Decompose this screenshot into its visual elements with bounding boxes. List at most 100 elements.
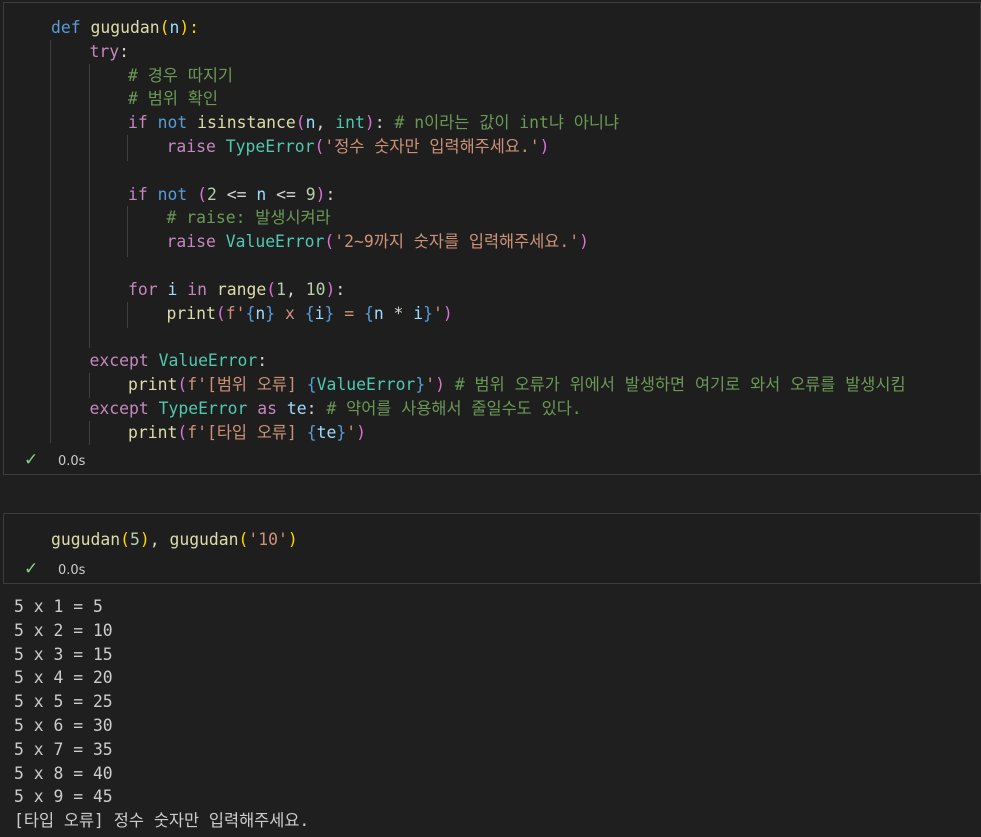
code-token: except — [89, 351, 149, 371]
code-token: def — [51, 18, 81, 37]
code-token: gugudan — [90, 18, 160, 37]
code-line: if not (2 <= n <= 9): — [128, 183, 335, 207]
code-token: f'[타입 오류] — [187, 422, 307, 442]
code-token: gugudan — [51, 530, 121, 549]
code-cell-gugudan-call[interactable]: gugudan(5), gugudan('10') ✓ 0.0s — [3, 513, 981, 584]
code-line: print(f'{n} x {i} = {n * i}') — [167, 302, 453, 326]
code-token: TypeError — [158, 398, 248, 418]
code-token: ): — [179, 18, 200, 37]
code-token: ValueError — [225, 232, 325, 252]
code-token: ( — [215, 303, 226, 323]
code-token: ) — [325, 279, 336, 299]
code-token: ' — [346, 422, 357, 442]
code-line: # 범위 확인 — [128, 87, 218, 111]
code-token: { — [306, 375, 317, 394]
check-icon: ✓ — [24, 450, 39, 470]
code-line: try: — [90, 40, 129, 64]
code-token: ( — [238, 530, 249, 549]
indent-guide — [127, 135, 128, 161]
code-token: , — [315, 113, 336, 133]
code-token: : — [306, 398, 327, 418]
code-cell-gugudan-definition[interactable]: def gugudan(n): try: # 경우 따지기 # 범위 확인 if not… — [3, 2, 981, 475]
code-token: try — [89, 41, 120, 61]
code-token: ) — [442, 303, 453, 323]
execution-time: 0.0s — [58, 454, 86, 469]
code-token: i — [314, 303, 325, 323]
code-token: ValueError — [316, 375, 416, 394]
output-line: 5 x 4 = 20 — [14, 668, 113, 688]
code-line: def gugudan(n): — [51, 16, 199, 40]
output-line: 5 x 3 = 15 — [14, 644, 113, 664]
code-token: '2~9까지 숫자를 입력해주세요.' — [334, 232, 580, 252]
output-line: 5 x 6 = 30 — [14, 716, 113, 735]
code-token: : — [325, 184, 336, 204]
code-line: print(f'[타입 오류] {te}') — [128, 421, 366, 445]
check-icon: ✓ — [24, 559, 39, 579]
execution-time: 0.0s — [58, 563, 86, 578]
code-token: ) — [364, 113, 375, 133]
code-token: , — [285, 279, 306, 299]
code-token: , — [149, 530, 170, 549]
code-token: # n이라는 값이 int냐 아니냐 — [394, 113, 620, 133]
code-line: except ValueError: — [90, 349, 268, 373]
indent-guide — [88, 64, 90, 348]
code-token: gugudan — [169, 530, 239, 549]
code-token: ( — [295, 113, 306, 133]
code-token: if — [128, 184, 148, 204]
code-token: 9 — [305, 184, 316, 204]
code-token: ( — [120, 530, 130, 549]
code-line: gugudan(5), gugudan('10') — [51, 528, 298, 552]
output-line: 5 x 2 = 10 — [14, 620, 113, 640]
indent-guide — [88, 421, 90, 445]
code-token: '10' — [248, 530, 288, 549]
code-token: { — [245, 303, 256, 323]
output-line: 5 x 1 = 5 — [14, 597, 103, 616]
code-token: : — [257, 351, 268, 371]
code-token: } — [336, 422, 347, 442]
code-token: as — [257, 398, 278, 418]
code-line: print(f'[범위 오류] {ValueError}') # 범위 오류가 … — [128, 373, 906, 397]
code-line: # 경우 따지기 — [128, 64, 233, 88]
code-token: ( — [197, 184, 207, 204]
output-line: 5 x 9 = 45 — [14, 787, 113, 807]
code-token: ) — [287, 530, 298, 549]
code-token: if — [128, 113, 148, 133]
code-token: n — [305, 113, 316, 133]
code-token: ' — [433, 303, 443, 323]
code-token: = — [334, 303, 364, 323]
output-line: [타입 오류] 정수 숫자만 입력해주세요. — [14, 811, 310, 831]
code-token: raise — [166, 137, 216, 156]
code-token: # 범위 확인 — [128, 89, 218, 109]
code-token: ( — [177, 375, 188, 394]
code-token: # raise: 발생시켜라 — [166, 208, 331, 228]
code-token: : — [335, 279, 346, 299]
indent-guide — [88, 373, 90, 398]
code-token: isinstance — [197, 113, 296, 133]
cell-execution-status: ✓ 0.0s — [24, 450, 85, 470]
code-token: for — [128, 279, 158, 299]
code-token: } — [415, 375, 426, 394]
code-token: n — [169, 18, 180, 37]
code-token: 1 — [276, 279, 286, 299]
code-token: print — [128, 375, 178, 394]
code-token: ValueError — [158, 351, 258, 371]
code-line: # raise: 발생시켜라 — [167, 206, 331, 230]
code-token: n — [373, 303, 384, 323]
indent-guide — [127, 206, 128, 257]
code-token: # 경우 따지기 — [128, 65, 234, 85]
code-token: <= — [216, 184, 257, 204]
code-token: 5 — [129, 530, 140, 549]
code-token: TypeError — [225, 137, 315, 156]
cell-execution-status: ✓ 0.0s — [24, 559, 85, 579]
code-token: range — [216, 279, 267, 299]
code-token: print — [128, 422, 178, 442]
